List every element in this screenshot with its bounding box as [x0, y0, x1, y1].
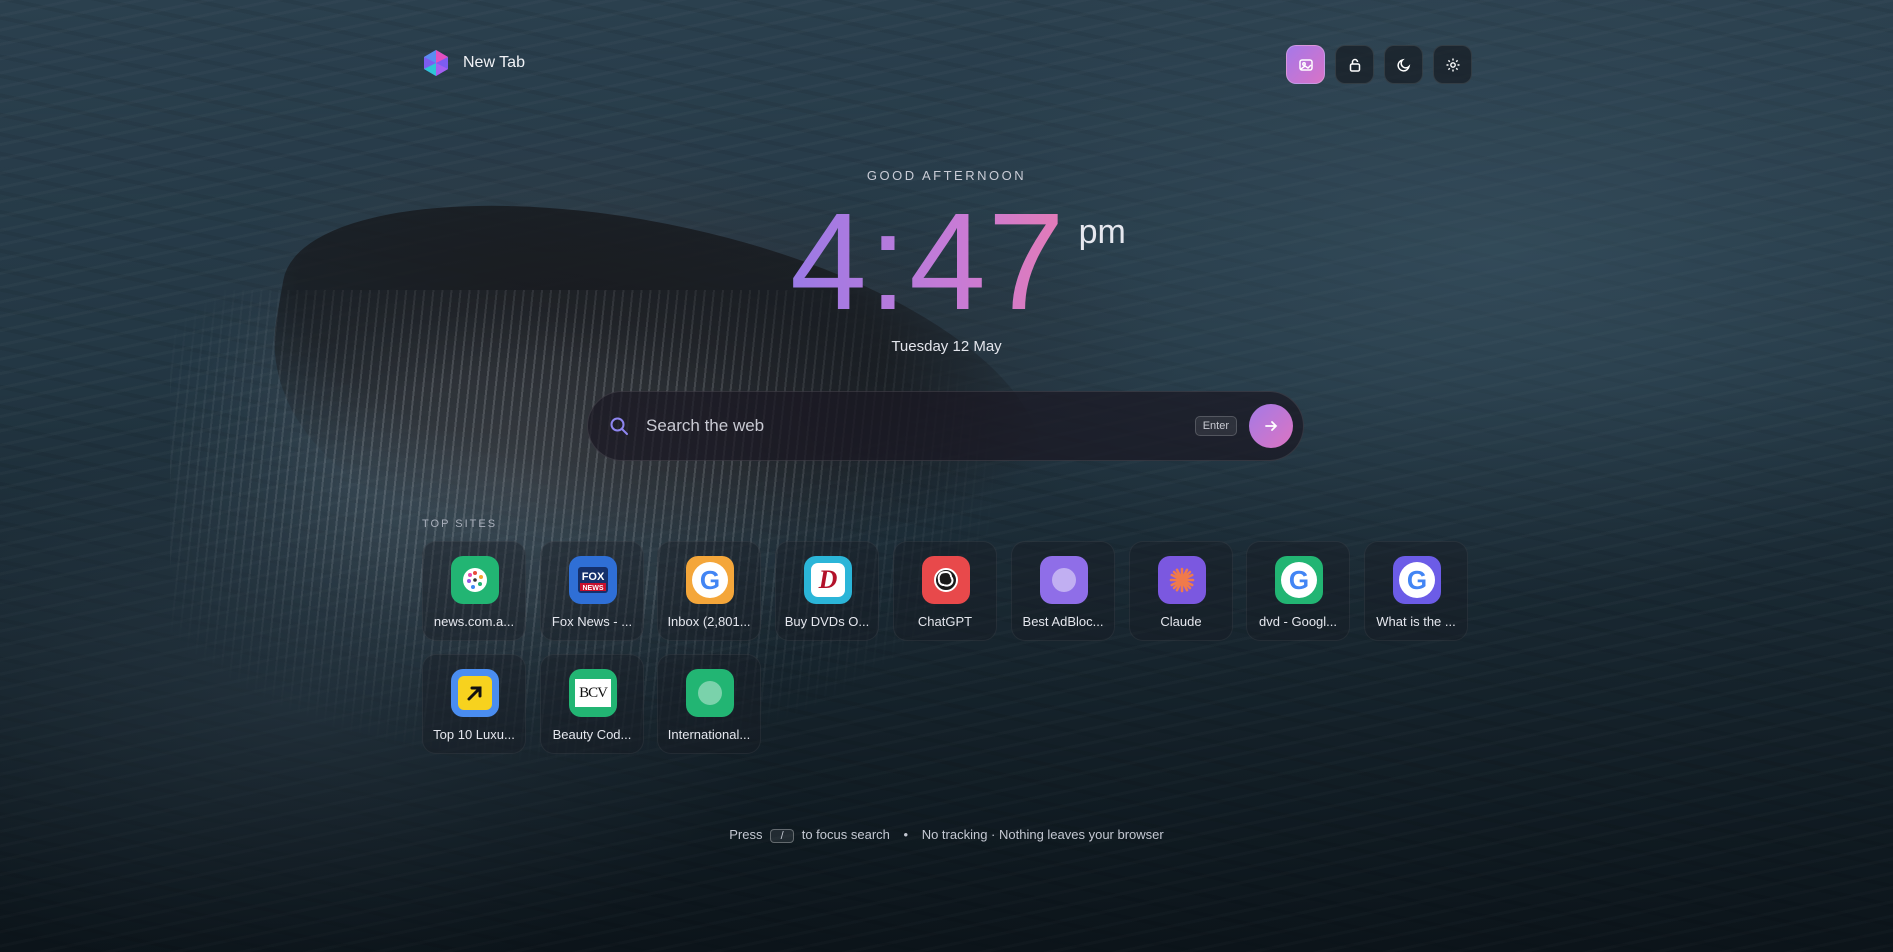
top-sites-label: TOP SITES	[422, 518, 498, 530]
top-site-label: ChatGPT	[917, 614, 973, 629]
top-site-label: Best AdBloc...	[1022, 614, 1104, 629]
google-g-icon: G	[686, 556, 734, 604]
search-submit-button[interactable]	[1249, 404, 1293, 448]
claude-asterisk-icon	[1158, 556, 1206, 604]
top-site-dvd-google[interactable]: G dvd - Googl...	[1246, 541, 1350, 641]
footer: Press / to focus search • No tracking · …	[0, 827, 1893, 843]
globe-placeholder-icon	[686, 669, 734, 717]
top-site-chatgpt[interactable]: ChatGPT	[893, 541, 997, 641]
globe-placeholder-icon	[1040, 556, 1088, 604]
greeting: GOOD AFTERNOON	[866, 168, 1027, 183]
top-site-fox-news[interactable]: FOX NEWS Fox News - ...	[540, 541, 644, 641]
top-site-inbox[interactable]: G Inbox (2,801...	[657, 541, 761, 641]
top-site-news[interactable]: news.com.a...	[422, 541, 526, 641]
footer-focus-text: to focus search	[801, 827, 890, 842]
bcv-icon: BCV	[569, 669, 617, 717]
gear-icon	[1446, 58, 1459, 71]
enter-hint: Enter	[1194, 416, 1237, 436]
dvd-d-icon: D	[804, 556, 852, 604]
date: Tuesday 12 May	[891, 338, 1002, 355]
search-input[interactable]	[644, 415, 1195, 437]
top-site-label: news.com.a...	[433, 614, 515, 629]
top-site-label: Fox News - ...	[551, 614, 633, 629]
top-site-beauty-code[interactable]: BCV Beauty Cod...	[540, 654, 644, 754]
top-site-label: International...	[667, 727, 751, 742]
fox-news-icon: FOX NEWS	[569, 556, 617, 604]
toolbar	[1286, 45, 1472, 84]
top-site-claude[interactable]: Claude	[1129, 541, 1233, 641]
settings-button[interactable]	[1433, 45, 1472, 84]
arrow-right-icon	[1265, 421, 1278, 431]
top-site-what-is[interactable]: G What is the ...	[1364, 541, 1468, 641]
brand: New Tab	[421, 48, 525, 78]
moon-icon	[1396, 58, 1410, 72]
clock-time: 4:47	[790, 185, 1067, 339]
top-site-label: dvd - Googl...	[1258, 614, 1338, 629]
wallpaper-button[interactable]	[1286, 45, 1325, 84]
lock-icon	[1349, 58, 1360, 72]
page-title: New Tab	[463, 54, 525, 71]
top-site-label: Beauty Cod...	[552, 727, 632, 742]
top-site-label: Inbox (2,801...	[667, 614, 751, 629]
top-site-label: Top 10 Luxu...	[433, 727, 515, 742]
theme-button[interactable]	[1384, 45, 1423, 84]
clock-ampm: pm	[1078, 213, 1126, 251]
google-g-icon: G	[1275, 556, 1323, 604]
news-dots-icon	[451, 556, 499, 604]
svg-text:FOX: FOX	[582, 571, 605, 583]
search-icon	[608, 415, 630, 437]
background-vignette	[0, 0, 1893, 952]
lock-button[interactable]	[1335, 45, 1374, 84]
footer-press: Press	[729, 827, 763, 842]
arrow-up-right-icon	[451, 669, 499, 717]
focus-shortcut-key: /	[770, 829, 795, 843]
top-site-label: Buy DVDs O...	[784, 614, 870, 629]
google-g-icon: G	[1393, 556, 1441, 604]
image-icon	[1298, 58, 1313, 71]
top-site-adblock[interactable]: Best AdBloc...	[1011, 541, 1115, 641]
search-bar: Enter	[587, 391, 1304, 461]
clock: 4:47 pm	[790, 185, 1126, 339]
top-site-label: Claude	[1160, 614, 1202, 629]
footer-separator: •	[903, 827, 909, 842]
top-site-international[interactable]: International...	[657, 654, 761, 754]
footer-privacy: No tracking · Nothing leaves your browse…	[921, 827, 1164, 842]
openai-icon	[922, 556, 970, 604]
svg-text:NEWS: NEWS	[583, 585, 604, 592]
top-site-label: What is the ...	[1376, 614, 1456, 629]
top-site-buy-dvds[interactable]: D Buy DVDs O...	[775, 541, 879, 641]
top-site-top10-luxury[interactable]: Top 10 Luxu...	[422, 654, 526, 754]
brand-logo-icon	[424, 50, 448, 76]
